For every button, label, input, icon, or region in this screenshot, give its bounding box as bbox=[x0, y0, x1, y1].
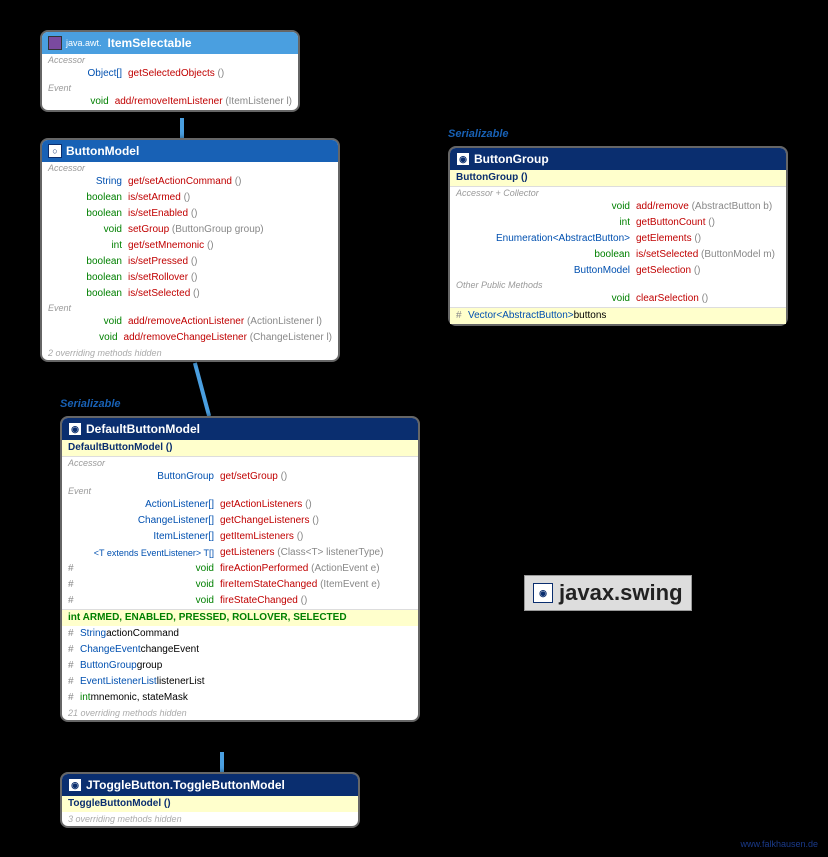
class-header-default-button-model: ◉ DefaultButtonModel bbox=[62, 418, 418, 440]
constructor-row: ButtonGroup () bbox=[450, 170, 786, 186]
class-default-button-model: ◉ DefaultButtonModel DefaultButtonModel … bbox=[60, 416, 420, 722]
method-row: voidadd/removeChangeListener (ChangeList… bbox=[42, 330, 338, 346]
class-icon bbox=[48, 36, 62, 50]
method-row: voidadd/remove (AbstractButton b) bbox=[450, 199, 786, 215]
class-title: JToggleButton.ToggleButtonModel bbox=[86, 778, 285, 792]
method-row: booleanis/setSelected (ButtonModel m) bbox=[450, 247, 786, 263]
package-prefix: java.awt. bbox=[66, 38, 102, 48]
method-row: Enumeration<AbstractButton>getElements (… bbox=[450, 231, 786, 247]
class-title: ButtonModel bbox=[66, 144, 139, 158]
hidden-methods: 2 overriding methods hidden bbox=[42, 346, 338, 360]
class-header-toggle-button-model: ◉ JToggleButton.ToggleButtonModel bbox=[62, 774, 358, 796]
method-row: #voidfireActionPerformed (ActionEvent e) bbox=[62, 561, 418, 577]
class-icon: ◉ bbox=[456, 152, 470, 166]
method-row: voidsetGroup (ButtonGroup group) bbox=[42, 222, 338, 238]
class-header-button-model: ○ ButtonModel bbox=[42, 140, 338, 162]
field-row: #Vector<AbstractButton> buttons bbox=[450, 307, 786, 324]
class-toggle-button-model: ◉ JToggleButton.ToggleButtonModel Toggle… bbox=[60, 772, 360, 828]
class-item-selectable: java.awt. ItemSelectable Accessor Object[… bbox=[40, 30, 300, 112]
section-event: Event bbox=[42, 82, 298, 94]
hidden-methods: 3 overriding methods hidden bbox=[62, 812, 358, 826]
method-row: ChangeListener[]getChangeListeners () bbox=[62, 513, 418, 529]
section-accessor: Accessor bbox=[62, 457, 418, 469]
connector-default-toggle bbox=[220, 752, 224, 772]
class-title: ItemSelectable bbox=[108, 36, 192, 50]
connector-buttonmodel-default bbox=[193, 362, 211, 416]
method-row: intget/setMnemonic () bbox=[42, 238, 338, 254]
class-header-button-group: ◉ ButtonGroup bbox=[450, 148, 786, 170]
class-title: DefaultButtonModel bbox=[86, 422, 200, 436]
interface-icon: ○ bbox=[48, 144, 62, 158]
class-header-item-selectable: java.awt. ItemSelectable bbox=[42, 32, 298, 54]
field-row: #ChangeEvent changeEvent bbox=[62, 642, 418, 658]
section-event: Event bbox=[62, 485, 418, 497]
method-row: voidclearSelection () bbox=[450, 291, 786, 307]
method-row: void add/removeItemListener (ItemListene… bbox=[42, 94, 298, 110]
method-row: booleanis/setArmed () bbox=[42, 190, 338, 206]
class-icon: ◉ bbox=[68, 422, 82, 436]
method-row: Object[] getSelectedObjects () bbox=[42, 66, 298, 82]
method-row: <T extends EventListener> T[]getListener… bbox=[62, 545, 418, 561]
section-accessor-collector: Accessor + Collector bbox=[450, 187, 786, 199]
section-accessor: Accessor bbox=[42, 54, 298, 66]
method-row: ButtonModelgetSelection () bbox=[450, 263, 786, 279]
stereotype-serializable: Serializable bbox=[448, 128, 509, 140]
section-other: Other Public Methods bbox=[450, 279, 786, 291]
class-title: ButtonGroup bbox=[474, 152, 549, 166]
method-row: booleanis/setRollover () bbox=[42, 270, 338, 286]
method-row: ItemListener[]getItemListeners () bbox=[62, 529, 418, 545]
class-button-group: ◉ ButtonGroup ButtonGroup () Accessor + … bbox=[448, 146, 788, 326]
stereotype-serializable: Serializable bbox=[60, 398, 121, 410]
field-row: #EventListenerList listenerList bbox=[62, 674, 418, 690]
method-row: booleanis/setSelected () bbox=[42, 286, 338, 302]
package-name: javax.swing bbox=[559, 580, 683, 606]
package-icon: ◉ bbox=[533, 583, 553, 603]
method-row: Stringget/setActionCommand () bbox=[42, 174, 338, 190]
method-row: ButtonGroupget/setGroup () bbox=[62, 469, 418, 485]
constructor-row: DefaultButtonModel () bbox=[62, 440, 418, 456]
section-accessor: Accessor bbox=[42, 162, 338, 174]
section-event: Event bbox=[42, 302, 338, 314]
method-row: intgetButtonCount () bbox=[450, 215, 786, 231]
method-row: #voidfireStateChanged () bbox=[62, 593, 418, 609]
hidden-methods: 21 overriding methods hidden bbox=[62, 706, 418, 720]
connector-itemselectable-buttonmodel bbox=[180, 118, 184, 138]
method-row: ActionListener[]getActionListeners () bbox=[62, 497, 418, 513]
package-title: ◉ javax.swing bbox=[524, 575, 692, 611]
method-row: booleanis/setPressed () bbox=[42, 254, 338, 270]
field-row: #int mnemonic, stateMask bbox=[62, 690, 418, 706]
method-row: voidadd/removeActionListener (ActionList… bbox=[42, 314, 338, 330]
constructor-row: ToggleButtonModel () bbox=[62, 796, 358, 812]
watermark: www.falkhausen.de bbox=[740, 839, 818, 849]
class-icon: ◉ bbox=[68, 778, 82, 792]
field-row: #ButtonGroup group bbox=[62, 658, 418, 674]
method-row: booleanis/setEnabled () bbox=[42, 206, 338, 222]
class-button-model: ○ ButtonModel Accessor Stringget/setActi… bbox=[40, 138, 340, 362]
field-row: #String actionCommand bbox=[62, 626, 418, 642]
constants-row: int ARMED, ENABLED, PRESSED, ROLLOVER, S… bbox=[62, 609, 418, 626]
method-row: #voidfireItemStateChanged (ItemEvent e) bbox=[62, 577, 418, 593]
